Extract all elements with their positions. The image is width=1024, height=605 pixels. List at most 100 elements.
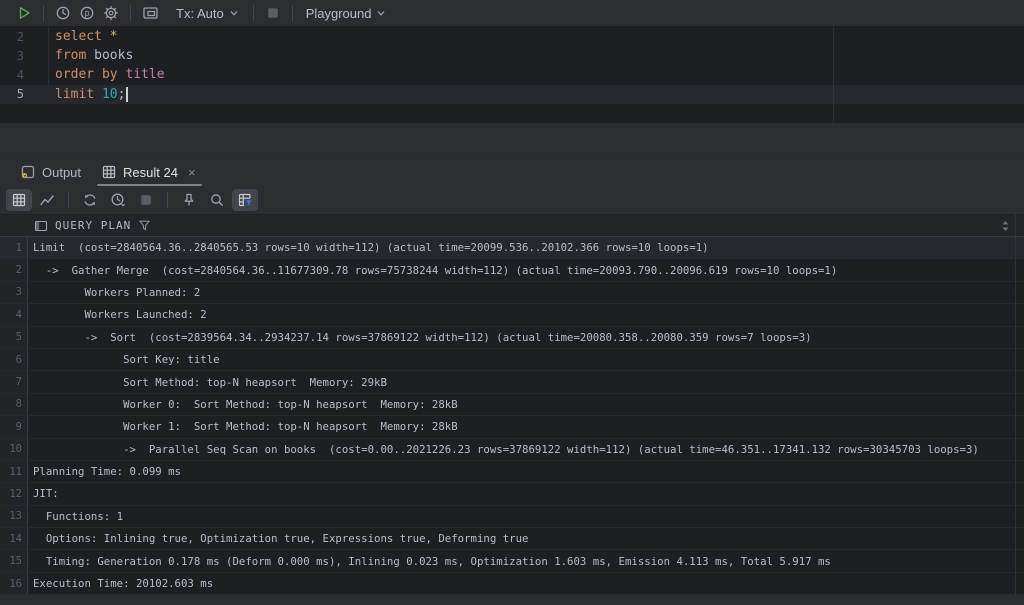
funnel-icon[interactable] [138,219,151,232]
plan-row-text: Workers Planned: 2 [28,282,200,303]
filter-rows-button[interactable] [232,189,258,211]
plan-row[interactable]: 16Execution Time: 20102.603 ms [0,573,1024,595]
plan-row[interactable]: 12JIT: [0,483,1024,505]
plan-row-number: 16 [0,573,28,594]
text-caret [126,87,128,102]
chevron-down-icon [375,7,387,19]
query-plan-column-header[interactable]: QUERY PLAN [0,214,1024,237]
plan-row-number: 11 [0,461,28,482]
plan-row[interactable]: 8 Worker 0: Sort Method: top-N heapsort … [0,394,1024,416]
in-editor-results-button[interactable] [138,2,162,24]
stop-result-button[interactable] [133,189,159,211]
plan-row-text: Sort Key: title [28,349,220,370]
plan-row[interactable]: 10 -> Parallel Seq Scan on books (cost=0… [0,439,1024,461]
plan-row-number: 3 [0,282,28,303]
plan-row-text: -> Sort (cost=2839564.34..2934237.14 row… [28,327,812,348]
editor-line-number: 5 [0,85,49,104]
console-toolbar: p [0,0,1024,27]
parameters-icon: p [79,5,95,21]
reload-icon [82,192,98,208]
plan-row-number: 9 [0,416,28,437]
run-button[interactable] [12,2,36,24]
plan-row-number: 5 [0,327,28,348]
plan-row[interactable]: 13 Functions: 1 [0,506,1024,528]
filter-table-icon [237,192,254,208]
table-view-button[interactable] [6,189,32,211]
pin-icon [181,192,197,208]
editor-line[interactable]: 2select * [0,27,1024,46]
plan-row-text: Timing: Generation 0.178 ms (Deform 0.00… [28,550,831,571]
plan-row-number: 8 [0,394,28,415]
settings-icon [103,5,119,21]
plan-row-text: Planning Time: 0.099 ms [28,461,181,482]
stop-icon [138,192,154,208]
editor-line[interactable]: 5limit 10; [0,85,1024,104]
column-right-border [1015,213,1016,595]
panel-spacer [0,123,1024,157]
table-icon [101,164,117,180]
toolbar-divider [43,5,44,21]
plan-row[interactable]: 15 Timing: Generation 0.178 ms (Deform 0… [0,550,1024,572]
results-panel: Output Result 24 × [0,123,1024,605]
plan-row-number: 13 [0,506,28,527]
pin-tab-button[interactable] [176,189,202,211]
tx-mode-label: Tx: Auto [176,6,224,21]
plan-row-text: Execution Time: 20102.603 ms [28,573,213,594]
plan-row[interactable]: 6 Sort Key: title [0,349,1024,371]
plan-row-number: 1 [0,237,28,258]
execute-timer-icon [110,192,127,208]
plan-row[interactable]: 9 Worker 1: Sort Method: top-N heapsort … [0,416,1024,438]
editor-line-number: 3 [0,46,49,65]
plan-row-text: Worker 0: Sort Method: top-N heapsort Me… [28,394,458,415]
stop-icon [265,5,281,21]
plan-row[interactable]: 2 -> Gather Merge (cost=2840564.36..1167… [0,259,1024,281]
close-icon[interactable]: × [186,165,198,180]
plan-row[interactable]: 3 Workers Planned: 2 [0,282,1024,304]
search-icon [209,192,225,208]
plan-row[interactable]: 7 Sort Method: top-N heapsort Memory: 29… [0,371,1024,393]
chart-view-button[interactable] [34,189,60,211]
editor-line-number: 2 [0,27,49,46]
tx-mode-select[interactable]: Tx: Auto [170,2,246,24]
tab-output-label: Output [42,165,81,180]
history-icon [55,5,71,21]
plan-row-text: Options: Inlining true, Optimization tru… [28,528,528,549]
tab-result-24[interactable]: Result 24 × [91,158,208,186]
sort-icon[interactable] [1001,215,1010,236]
plan-row-number: 15 [0,550,28,571]
session-select[interactable]: Playground [300,2,394,24]
editor-line[interactable]: 3from books [0,46,1024,65]
reload-button[interactable] [77,189,103,211]
plan-row-text: JIT: [28,483,59,504]
stop-button[interactable] [261,2,285,24]
plan-row-text: -> Gather Merge (cost=2840564.36..116773… [28,259,837,280]
tab-output[interactable]: Output [10,158,91,186]
plan-row[interactable]: 5 -> Sort (cost=2839564.34..2934237.14 r… [0,327,1024,349]
session-label: Playground [306,6,372,21]
chart-view-icon [39,192,55,208]
parameters-button[interactable]: p [75,2,99,24]
plan-row-number: 7 [0,371,28,392]
plan-row[interactable]: 4 Workers Launched: 2 [0,304,1024,326]
svg-text:p: p [84,9,89,19]
plan-row[interactable]: 11Planning Time: 0.099 ms [0,461,1024,483]
sql-editor[interactable]: 2select *3from books4order by title5limi… [0,27,1024,123]
toolbar-divider [167,192,168,208]
plan-row-text: Limit (cost=2840564.36..2840565.53 rows=… [28,237,709,258]
history-button[interactable] [51,2,75,24]
column-header-label: QUERY PLAN [55,219,131,232]
plan-row-number: 4 [0,304,28,325]
plan-row[interactable]: 1Limit (cost=2840564.36..2840565.53 rows… [0,237,1024,259]
editor-line-text: select * [49,29,118,44]
plan-row-number: 2 [0,259,28,280]
tab-result-label: Result 24 [123,165,178,180]
plan-row-number: 14 [0,528,28,549]
plan-row[interactable]: 14 Options: Inlining true, Optimization … [0,528,1024,550]
toolbar-divider [292,5,293,21]
right-margin-guide [833,27,834,123]
search-button[interactable] [204,189,230,211]
execute-timer-button[interactable] [105,189,131,211]
settings-button[interactable] [99,2,123,24]
database-console-window: p [0,0,1024,605]
editor-line[interactable]: 4order by title [0,65,1024,84]
